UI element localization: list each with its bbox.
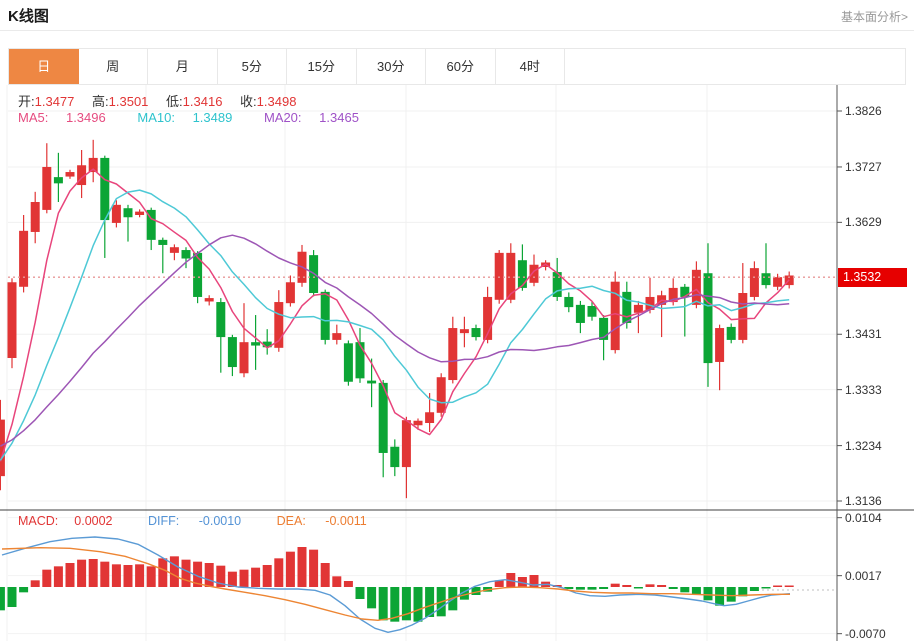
kline-page: K线图 基本面分析> 日周月5分15分30分60分4时 开:1.3477 高:1… (0, 0, 914, 643)
price-tick-label: 1.3431 (845, 327, 882, 341)
low-label: 低: (166, 94, 183, 109)
macd-row: MACD:0.0002 DIFF: -0.0010 DEA: -0.0011 (18, 514, 399, 528)
price-tick-label: 1.3333 (845, 383, 882, 397)
macd-tick-label: -0.0070 (845, 627, 886, 641)
price-tick-label: 1.3826 (845, 104, 882, 118)
high-label: 高: (92, 94, 109, 109)
price-tick-label: 1.3136 (845, 494, 882, 508)
price-tick-label: 1.3234 (845, 439, 882, 453)
macd-tick-label: 0.0104 (845, 511, 882, 525)
price-tick-label: 1.3629 (845, 215, 882, 229)
diff-value: DIFF: -0.0010 (148, 514, 257, 528)
low-value: 1.3416 (183, 94, 223, 109)
open-label: 开: (18, 94, 35, 109)
high-value: 1.3501 (109, 94, 149, 109)
price-tick-label: 1.3727 (845, 160, 882, 174)
ma5-value: MA5: 1.3496 (18, 110, 120, 125)
ma-row: MA5: 1.3496 MA10: 1.3489 MA20: 1.3465 (18, 110, 387, 125)
ohlc-row: 开:1.3477 高:1.3501 低:1.3416 收:1.3498 (18, 91, 310, 110)
macd-tick-label: 0.0017 (845, 569, 882, 583)
close-label: 收: (240, 94, 257, 109)
dea-value: DEA: -0.0011 (277, 514, 383, 528)
ma10-value: MA10: 1.3489 (137, 110, 246, 125)
close-value: 1.3498 (257, 94, 297, 109)
current-price-badge: 1.3532 (838, 268, 907, 287)
macd-value: MACD:0.0002 (18, 514, 129, 528)
open-value: 1.3477 (35, 94, 75, 109)
ma20-value: MA20: 1.3465 (264, 110, 373, 125)
